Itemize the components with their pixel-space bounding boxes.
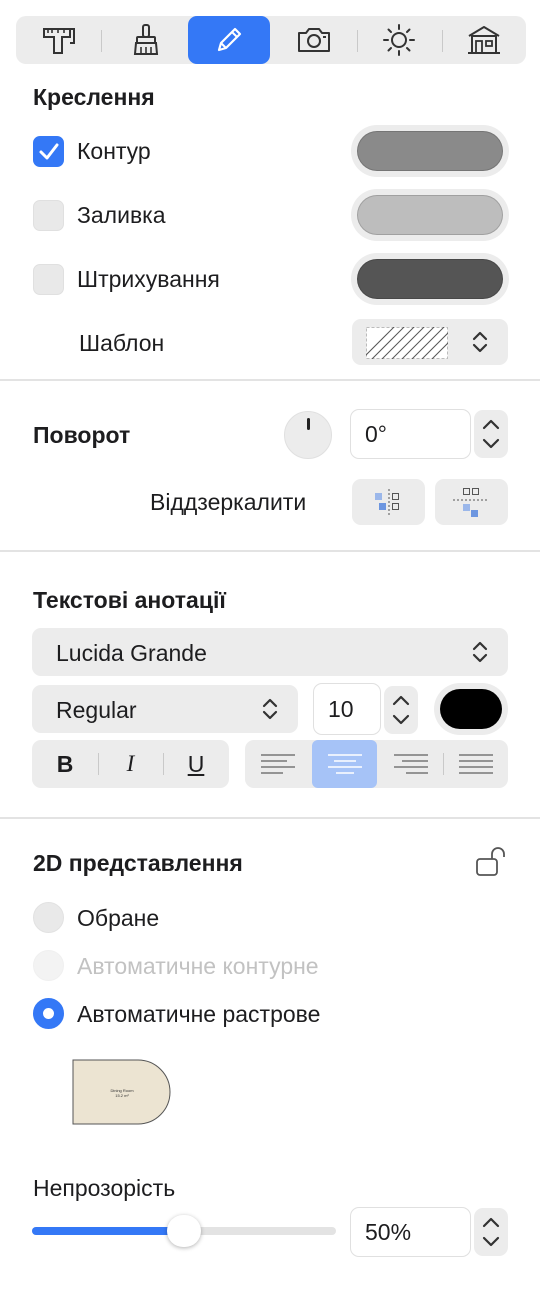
rotation-dial[interactable] — [284, 411, 332, 459]
representation-section-title: 2D представлення — [33, 850, 243, 876]
tab-camera[interactable] — [273, 16, 355, 64]
sun-icon — [383, 24, 415, 56]
contour-checkbox[interactable] — [33, 136, 64, 167]
text-style-segmented: B I U — [32, 740, 229, 788]
underline-button[interactable]: U — [163, 740, 229, 788]
unlock-icon[interactable] — [474, 846, 510, 878]
font-style-popup[interactable]: Regular — [32, 685, 298, 733]
rotation-stepper[interactable] — [474, 410, 508, 458]
chevron-up-icon[interactable] — [391, 693, 411, 707]
hatch-checkbox[interactable] — [33, 264, 64, 295]
rotation-value: 0° — [365, 420, 387, 447]
chevron-down-icon[interactable] — [481, 437, 501, 451]
brush-icon — [133, 24, 159, 55]
chevron-up-icon[interactable] — [481, 417, 501, 431]
checkmark-icon — [39, 143, 58, 159]
mirror-label: Віддзеркалити — [150, 489, 307, 515]
drawing-section-title: Креслення — [33, 84, 155, 110]
font-style-value: Regular — [56, 697, 137, 723]
flip-vertical-icon — [453, 488, 487, 517]
chevron-up-icon[interactable] — [481, 1215, 501, 1229]
text-section-title: Текстові анотації — [33, 587, 226, 613]
align-center-icon — [327, 754, 362, 774]
opacity-slider-track[interactable] — [32, 1215, 336, 1247]
font-size-value: 10 — [328, 695, 354, 722]
opacity-stepper[interactable] — [474, 1208, 508, 1256]
radio-auto-contour-label: Автоматичне контурне — [77, 953, 319, 979]
align-left-button[interactable] — [245, 740, 311, 788]
opacity-field[interactable]: 50% — [350, 1207, 471, 1257]
chevron-updown-icon — [262, 698, 278, 720]
opacity-label: Непрозорість — [33, 1175, 176, 1201]
align-right-icon — [393, 754, 428, 774]
font-size-field[interactable]: 10 — [313, 683, 381, 735]
fill-label: Заливка — [77, 202, 166, 228]
opacity-slider-fill — [32, 1227, 184, 1235]
opacity-slider-knob[interactable] — [167, 1215, 201, 1247]
font-family-popup[interactable]: Lucida Grande — [32, 628, 508, 676]
align-center-button[interactable] — [312, 740, 377, 788]
chevron-updown-icon — [472, 331, 488, 353]
align-left-icon — [261, 754, 295, 774]
contour-label: Контур — [77, 138, 151, 164]
chevron-down-icon[interactable] — [391, 713, 411, 727]
tab-dimensions[interactable] — [18, 16, 100, 64]
mirror-horizontal-button[interactable] — [352, 479, 425, 525]
radio-auto-contour — [33, 950, 64, 981]
chevron-updown-icon — [472, 641, 488, 663]
font-family-value: Lucida Grande — [56, 640, 207, 666]
chevron-down-icon[interactable] — [481, 1235, 501, 1249]
contour-color-well[interactable] — [351, 125, 509, 177]
section-divider — [0, 550, 540, 552]
building-icon — [468, 26, 500, 54]
italic-button[interactable]: I — [98, 740, 163, 788]
bold-button[interactable]: B — [32, 740, 98, 788]
representation-thumbnail: Dining Room 15.2 m² — [72, 1059, 172, 1125]
flip-horizontal-icon — [375, 489, 399, 515]
contour-color-swatch — [357, 131, 503, 171]
text-color-swatch — [440, 689, 502, 729]
text-alignment-segmented — [245, 740, 508, 788]
section-divider — [0, 817, 540, 819]
ruler-caliper-icon — [43, 28, 75, 54]
align-justify-button[interactable] — [443, 740, 508, 788]
mirror-vertical-button[interactable] — [435, 479, 508, 525]
rotation-field[interactable]: 0° — [350, 409, 471, 459]
hatch-color-swatch — [357, 259, 503, 299]
pattern-label: Шаблон — [79, 330, 165, 356]
hatch-pattern-icon — [366, 327, 448, 359]
align-right-button[interactable] — [378, 740, 443, 788]
tab-materials[interactable] — [105, 16, 187, 64]
camera-icon — [298, 28, 330, 52]
tab-drawing[interactable] — [188, 16, 270, 64]
fill-color-well[interactable] — [351, 189, 509, 241]
radio-auto-raster-label: Автоматичне растрове — [77, 1001, 321, 1027]
hatch-color-well[interactable] — [351, 253, 509, 305]
section-divider — [0, 379, 540, 381]
tab-lighting[interactable] — [358, 16, 440, 64]
radio-selected-option[interactable] — [33, 902, 64, 933]
thumbnail-room-area: 15.2 m² — [115, 1093, 129, 1098]
pencil-icon — [217, 27, 242, 52]
align-justify-icon — [458, 754, 493, 774]
opacity-value: 50% — [365, 1218, 412, 1245]
hatch-label: Штрихування — [77, 266, 220, 292]
text-color-well[interactable] — [434, 683, 508, 735]
tab-building[interactable] — [443, 16, 525, 64]
fill-checkbox[interactable] — [33, 200, 64, 231]
rotation-section-title: Поворот — [33, 422, 131, 448]
rotation-dial-indicator — [307, 418, 310, 430]
font-size-stepper[interactable] — [384, 686, 418, 734]
inspector-toolbar — [16, 16, 526, 64]
fill-color-swatch — [357, 195, 503, 235]
radio-selected-label: Обране — [77, 905, 160, 931]
radio-auto-raster[interactable] — [33, 998, 64, 1029]
pattern-popup[interactable] — [352, 319, 508, 365]
